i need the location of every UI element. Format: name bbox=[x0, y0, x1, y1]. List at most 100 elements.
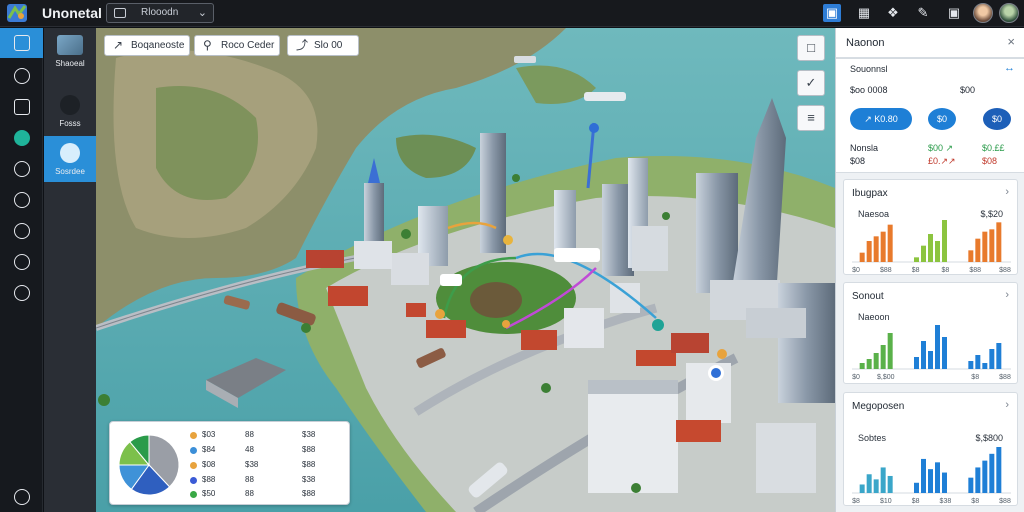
circle-icon bbox=[60, 95, 80, 115]
chart-bar-0-2 bbox=[873, 479, 879, 493]
graph-icon[interactable] bbox=[0, 216, 43, 246]
legend-cell: $88 bbox=[302, 489, 316, 498]
pen-icon[interactable]: ✎ bbox=[914, 4, 932, 22]
legend-cell: $50 bbox=[202, 489, 216, 498]
pill-button-tertiary[interactable]: $0 bbox=[983, 108, 1011, 130]
tag-icon[interactable]: ❖ bbox=[884, 4, 902, 22]
layer-label: Sosrdee bbox=[55, 167, 85, 176]
route-icon[interactable] bbox=[0, 154, 43, 184]
legend-cell: $88 bbox=[302, 460, 316, 469]
layer-item-dark[interactable]: Fosss bbox=[44, 88, 96, 134]
chart-bar-2-0 bbox=[968, 250, 974, 262]
legend-cell: 48 bbox=[245, 445, 254, 454]
chart-tick-label: $8 bbox=[912, 498, 920, 505]
window-icon[interactable]: ▣ bbox=[945, 4, 963, 22]
legend-cell: $84 bbox=[202, 445, 216, 454]
chart-bar-1-1 bbox=[921, 245, 926, 262]
legend-cell: 88 bbox=[245, 489, 254, 498]
legend-swatch bbox=[190, 447, 197, 454]
chart-card-2[interactable]: Sonout › Naeoon $0 $,$00 $8 $88 bbox=[843, 282, 1018, 384]
view-select[interactable]: Rlooodn ⌄ bbox=[106, 3, 214, 23]
network-icon[interactable] bbox=[0, 247, 43, 277]
pill-button-primary[interactable]: ↗ K0.80 bbox=[850, 108, 912, 130]
avatar[interactable] bbox=[973, 3, 993, 23]
stat-value: £0.↗↗ bbox=[928, 156, 956, 166]
legend-cell: $38 bbox=[245, 460, 259, 469]
legend-swatch bbox=[190, 491, 197, 498]
layer-item-terrain[interactable]: Sosrdee bbox=[44, 136, 96, 182]
dashboard-icon[interactable] bbox=[0, 28, 43, 58]
people-icon bbox=[60, 143, 80, 163]
satellite-thumb-icon bbox=[57, 35, 83, 55]
chart-bar-1-0 bbox=[914, 357, 919, 369]
map-draw-tool-button[interactable]: ✓ bbox=[797, 70, 825, 96]
chevron-right-icon[interactable]: › bbox=[1005, 399, 1009, 411]
legend-cell: 88 bbox=[245, 475, 254, 484]
legend-swatch bbox=[190, 462, 197, 469]
legend-cell: $38 bbox=[302, 475, 316, 484]
stat-value-extra: $08 bbox=[982, 156, 998, 166]
layer-item-satellite[interactable]: Shaoeal bbox=[44, 28, 96, 74]
chart-card-1[interactable]: Ibugpax › Naesoa $,$20 $0 $88 $8 $8 $88 $88 bbox=[843, 179, 1018, 275]
left-rail bbox=[0, 28, 43, 512]
map-canvas[interactable]: ↗ Boqaneoste ⚲ Roco Ceder ⤴ Slo 00 □ ✓ ≡… bbox=[96, 28, 835, 512]
close-icon[interactable]: × bbox=[1007, 34, 1015, 49]
chart-tick-label: $88 bbox=[969, 267, 981, 274]
grid-icon[interactable]: ▦ bbox=[855, 4, 873, 22]
arrow-icon: ↗ bbox=[113, 38, 124, 52]
app-logo-icon bbox=[7, 4, 27, 22]
chip-label: Boqaneoste bbox=[131, 40, 185, 51]
chevron-right-icon[interactable]: › bbox=[1005, 289, 1009, 301]
chart-bar-1-2 bbox=[928, 469, 933, 493]
summary-row-label: $oo 0008 bbox=[850, 85, 888, 95]
map-filter-chip-3[interactable]: ⤴ Slo 00 bbox=[287, 35, 359, 56]
stat-value: $00 ↗ bbox=[928, 143, 954, 153]
chart-bar-1-0 bbox=[914, 482, 919, 493]
chart-bar-1-3 bbox=[935, 462, 940, 493]
chart-bar-0-0 bbox=[859, 363, 865, 369]
map-notes-tool-button[interactable]: ≡ bbox=[797, 105, 825, 131]
chevron-right-icon[interactable]: › bbox=[1005, 186, 1009, 198]
map-filter-chip-2[interactable]: ⚲ Roco Ceder bbox=[194, 35, 280, 56]
pin-icon: ⚲ bbox=[203, 38, 212, 52]
chart-card-3[interactable]: Megoposen › Sobtes $,$800 $8 $10 $8 $38 $8 $8… bbox=[843, 392, 1018, 506]
chart-bar-0-1 bbox=[866, 241, 872, 262]
chart-bar-2-2 bbox=[982, 460, 988, 493]
chart-bar-1-0 bbox=[914, 257, 919, 262]
chart-total: $,$800 bbox=[975, 433, 1003, 443]
chart-tick-label: $8 bbox=[912, 267, 920, 274]
location-icon[interactable] bbox=[0, 123, 43, 153]
chart-tick-label: $88 bbox=[999, 498, 1011, 505]
chart-bar-2-4 bbox=[996, 343, 1002, 369]
chart-tick-label: $8 bbox=[852, 498, 860, 505]
chevron-down-icon: ⌄ bbox=[197, 7, 207, 19]
avatar-secondary[interactable] bbox=[999, 3, 1019, 23]
chart-bar-0-1 bbox=[866, 474, 872, 493]
chart-bar-2-4 bbox=[996, 447, 1002, 493]
globe-icon[interactable] bbox=[0, 61, 43, 91]
chart-bar-1-1 bbox=[921, 458, 926, 493]
chart-bar-0-3 bbox=[880, 467, 886, 493]
chart-bar-0-0 bbox=[859, 252, 865, 262]
expand-icon[interactable]: ↔ bbox=[1004, 62, 1015, 74]
analytics-icon[interactable] bbox=[0, 185, 43, 215]
map-filter-chip-1[interactable]: ↗ Boqaneoste bbox=[104, 35, 190, 56]
settings-icon[interactable] bbox=[0, 278, 43, 308]
panel-header: Naonon × bbox=[836, 28, 1024, 58]
chart-bar-2-2 bbox=[982, 363, 988, 369]
pill-button-secondary[interactable]: $0 bbox=[928, 108, 956, 130]
chart-bar-1-4 bbox=[942, 472, 947, 493]
map-frame-tool-button[interactable]: □ bbox=[797, 35, 825, 61]
layers-icon[interactable] bbox=[0, 92, 43, 122]
panel-title: Naonon bbox=[846, 37, 885, 49]
stat-label: $08 bbox=[850, 156, 866, 166]
chart-bar-2-3 bbox=[989, 349, 995, 369]
legend-cell: $88 bbox=[202, 475, 216, 484]
map-layer-icon[interactable]: ▣ bbox=[823, 4, 841, 22]
layer-label: Fosss bbox=[59, 119, 81, 128]
bar-chart-2: $0 $,$00 $8 $88 bbox=[852, 325, 1011, 381]
insights-panel: Naonon × Souonnsl ↔ $oo 0008 $00 ↗ K0.80… bbox=[835, 28, 1024, 512]
power-icon[interactable] bbox=[0, 482, 43, 512]
view-select-label: Rlooodn bbox=[141, 7, 179, 18]
top-bar: Unonetal Rlooodn ⌄ ▣ ▦ ❖ ✎ ▣ bbox=[0, 0, 1024, 27]
